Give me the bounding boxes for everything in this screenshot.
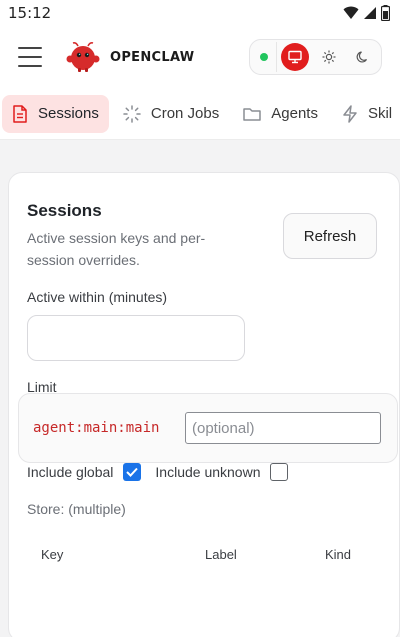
status-time: 15:12 — [8, 4, 52, 22]
include-global-checkbox[interactable] — [123, 463, 142, 481]
tab-label: Agents — [271, 105, 318, 122]
wifi-icon — [343, 6, 359, 19]
session-key-link[interactable]: agent:main:main — [33, 420, 185, 436]
column-header-kind: Kind — [325, 547, 352, 562]
include-unknown-checkbox[interactable] — [270, 463, 289, 481]
column-header-label: Label — [205, 547, 237, 562]
active-within-input[interactable] — [27, 315, 245, 361]
include-unknown-label: Include unknown — [155, 464, 261, 480]
card-subtitle: Active session keys and per-session over… — [27, 230, 206, 268]
column-header-key: Key — [41, 547, 64, 562]
signal-icon — [364, 7, 376, 19]
store-text: Store: (multiple) — [27, 501, 126, 517]
monitor-icon — [288, 50, 302, 64]
include-options: Include global Include unknown — [27, 463, 381, 481]
menu-bar — [18, 65, 42, 67]
menu-button[interactable] — [18, 47, 42, 67]
connection-status-dot — [260, 53, 268, 61]
loader-icon — [123, 104, 141, 123]
status-bar: 15:12 — [0, 0, 400, 26]
theme-system-button[interactable] — [281, 43, 309, 71]
tab-agents[interactable]: Agents — [233, 95, 328, 133]
active-within-label: Active within (minutes) — [27, 289, 168, 305]
tab-label: Sessions — [38, 105, 99, 122]
status-icons — [343, 5, 390, 21]
tab-label: Skil — [367, 105, 393, 122]
tab-label: Cron Jobs — [150, 105, 220, 122]
zap-icon — [342, 104, 358, 123]
table-header: Key Label Kind — [27, 547, 381, 562]
tab-skills[interactable]: Skil — [332, 95, 400, 133]
theme-light-button[interactable] — [315, 43, 343, 71]
app-header: OPENCLAW — [0, 26, 400, 88]
brand-name: OPENCLAW — [110, 49, 195, 65]
battery-icon — [381, 5, 390, 21]
include-global-label: Include global — [27, 464, 114, 480]
table-row: agent:main:main (optional) — [18, 393, 398, 463]
session-label-input[interactable]: (optional) — [185, 412, 381, 444]
sun-icon — [322, 50, 336, 64]
file-text-icon — [12, 104, 28, 123]
lobster-logo-icon — [66, 42, 100, 72]
folder-icon — [243, 106, 261, 122]
nav-tabs: Sessions Cron Jobs Agents Skil — [0, 88, 400, 140]
check-icon — [126, 467, 139, 477]
moon-icon — [356, 51, 368, 63]
theme-switcher — [276, 42, 377, 72]
refresh-button[interactable]: Refresh — [283, 213, 377, 259]
tab-sessions[interactable]: Sessions — [2, 94, 109, 133]
menu-bar — [18, 47, 42, 49]
menu-bar — [18, 56, 42, 58]
header-controls — [249, 39, 382, 75]
tab-cron-jobs[interactable]: Cron Jobs — [113, 95, 229, 133]
theme-dark-button[interactable] — [349, 43, 377, 71]
